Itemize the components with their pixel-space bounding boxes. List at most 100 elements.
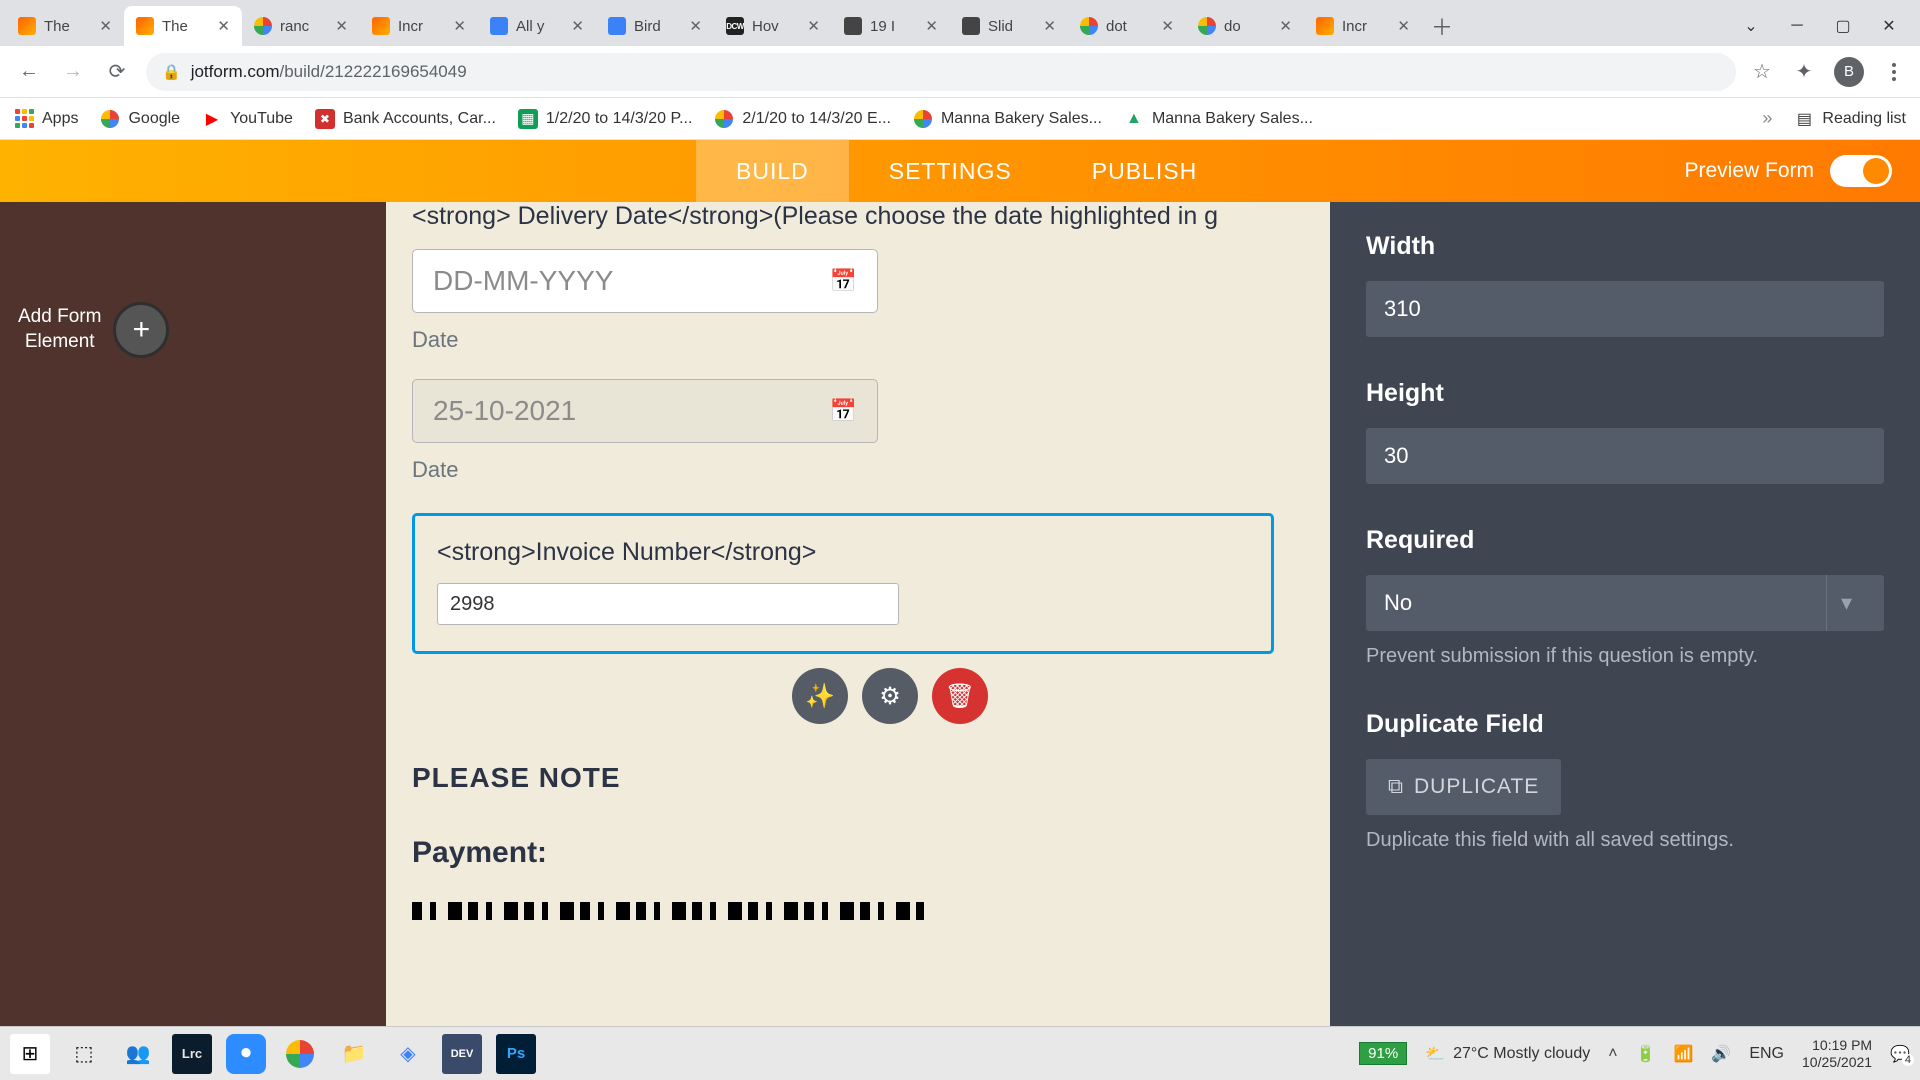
duplicate-button[interactable]: ⧉ DUPLICATE [1366, 759, 1561, 815]
maximize-button[interactable]: ▢ [1834, 17, 1852, 35]
duplicate-field-label: Duplicate Field [1366, 710, 1884, 739]
add-form-element-button[interactable]: Add FormElement + [18, 302, 169, 358]
menu-icon[interactable] [1882, 60, 1906, 84]
dev-icon[interactable]: DEV [442, 1034, 482, 1074]
star-icon[interactable]: ☆ [1750, 60, 1774, 84]
teams-icon[interactable]: 👥 [118, 1034, 158, 1074]
browser-tab[interactable]: The✕ [6, 6, 124, 46]
reading-list-button[interactable]: ▤Reading list [1794, 109, 1906, 129]
tab-title: All y [516, 18, 563, 35]
battery-icon[interactable]: 🔋 [1636, 1044, 1656, 1064]
extensions-icon[interactable]: ✦ [1792, 60, 1816, 84]
notifications-icon[interactable]: 💬4 [1890, 1044, 1910, 1064]
close-tab-icon[interactable]: ✕ [1279, 17, 1292, 35]
task-view-icon[interactable]: ⬚ [64, 1034, 104, 1074]
tab-title: ranc [280, 18, 327, 35]
close-window-button[interactable]: ✕ [1880, 17, 1898, 35]
tab-publish[interactable]: PUBLISH [1052, 140, 1237, 202]
invoice-number-field-selected[interactable]: <strong>Invoice Number</strong> 2998 [412, 513, 1274, 654]
browser-tab[interactable]: Slid✕ [950, 6, 1068, 46]
file-explorer-icon[interactable]: 📁 [334, 1034, 374, 1074]
close-tab-icon[interactable]: ✕ [807, 17, 820, 35]
app-icon-1[interactable]: ◈ [388, 1034, 428, 1074]
close-tab-icon[interactable]: ✕ [925, 17, 938, 35]
url-text: jotform.com/build/212222169654049 [191, 62, 467, 82]
delivery-date-input[interactable]: DD-MM-YYYY 📅 [412, 249, 878, 313]
close-tab-icon[interactable]: ✕ [571, 17, 584, 35]
start-button[interactable]: ⊞ [10, 1034, 50, 1074]
favicon [490, 17, 508, 35]
bookmark-apps[interactable]: Apps [14, 109, 78, 129]
close-tab-icon[interactable]: ✕ [217, 17, 230, 35]
bookmark-label: YouTube [230, 110, 293, 128]
chevron-down-icon[interactable]: ⌄ [1742, 17, 1760, 35]
required-label: Required [1366, 526, 1884, 555]
field-settings-button[interactable]: ⚙ [862, 668, 918, 724]
bookmark-youtube[interactable]: ▶YouTube [202, 109, 293, 129]
tab-build[interactable]: BUILD [696, 140, 849, 202]
bookmarks-overflow[interactable]: » [1762, 108, 1772, 129]
bookmark-bank[interactable]: ✖Bank Accounts, Car... [315, 109, 496, 129]
browser-tab[interactable]: Bird✕ [596, 6, 714, 46]
browser-tab[interactable]: do✕ [1186, 6, 1304, 46]
forward-button[interactable]: → [58, 57, 88, 87]
volume-icon[interactable]: 🔊 [1711, 1044, 1731, 1064]
wifi-icon[interactable]: 📶 [1673, 1044, 1693, 1064]
close-tab-icon[interactable]: ✕ [689, 17, 702, 35]
minimize-button[interactable]: ─ [1788, 17, 1806, 35]
calendar-icon[interactable]: 📅 [830, 268, 857, 294]
height-input[interactable]: 30 [1366, 428, 1884, 484]
required-select[interactable]: No ▾ [1366, 575, 1884, 631]
tray-chevron-icon[interactable]: ˄ [1608, 1045, 1617, 1063]
favicon [844, 17, 862, 35]
date-field[interactable]: 25-10-2021 📅 Date [412, 379, 1290, 483]
browser-tab[interactable]: Incr✕ [1304, 6, 1422, 46]
browser-tab[interactable]: dot✕ [1068, 6, 1186, 46]
browser-tab[interactable]: ranc ✕ [242, 6, 360, 46]
url-field[interactable]: 🔒 jotform.com/build/212222169654049 [146, 53, 1736, 91]
required-help-text: Prevent submission if this question is e… [1366, 645, 1884, 668]
chrome-icon[interactable] [280, 1034, 320, 1074]
close-tab-icon[interactable]: ✕ [1161, 17, 1174, 35]
weather-widget[interactable]: ⛅ 27°C Mostly cloudy [1425, 1044, 1590, 1064]
clock[interactable]: 10:19 PM 10/25/2021 [1802, 1037, 1872, 1071]
bookmark-sheet2[interactable]: 2/1/20 to 14/3/20 E... [714, 109, 891, 129]
browser-tab[interactable]: Incr✕ [360, 6, 478, 46]
bookmark-manna1[interactable]: Manna Bakery Sales... [913, 109, 1102, 129]
close-tab-icon[interactable]: ✕ [99, 17, 112, 35]
close-tab-icon[interactable]: ✕ [335, 17, 348, 35]
bookmark-sheet1[interactable]: ▦1/2/20 to 14/3/20 P... [518, 109, 693, 129]
profile-avatar[interactable]: B [1834, 57, 1864, 87]
tab-settings[interactable]: SETTINGS [849, 140, 1052, 202]
zoom-icon[interactable]: ⏺ [226, 1034, 266, 1074]
close-tab-icon[interactable]: ✕ [453, 17, 466, 35]
form-canvas[interactable]: <strong> Delivery Date</strong>(Please c… [386, 202, 1330, 1026]
date-sublabel: Date [412, 457, 1290, 483]
invoice-number-input[interactable]: 2998 [437, 583, 899, 625]
browser-tab[interactable]: DCWHov✕ [714, 6, 832, 46]
reload-button[interactable]: ⟳ [102, 57, 132, 87]
width-input[interactable]: 310 [1366, 281, 1884, 337]
bookmark-label: Manna Bakery Sales... [1152, 110, 1313, 128]
new-tab-button[interactable]: ＋ [1422, 6, 1462, 46]
battery-indicator[interactable]: 91% [1359, 1042, 1407, 1065]
close-tab-icon[interactable]: ✕ [1043, 17, 1056, 35]
photoshop-icon[interactable]: Ps [496, 1034, 536, 1074]
delivery-date-field[interactable]: <strong> Delivery Date</strong>(Please c… [412, 202, 1290, 353]
bookmark-manna2[interactable]: ▲Manna Bakery Sales... [1124, 109, 1313, 129]
lightroom-icon[interactable]: Lrc [172, 1034, 212, 1074]
language-indicator[interactable]: ENG [1749, 1045, 1784, 1063]
favicon [372, 17, 390, 35]
magic-wand-button[interactable]: ✨ [792, 668, 848, 724]
calendar-icon[interactable]: 📅 [830, 398, 857, 424]
close-tab-icon[interactable]: ✕ [1397, 17, 1410, 35]
bookmark-google[interactable]: Google [100, 109, 180, 129]
back-button[interactable]: ← [14, 57, 44, 87]
browser-tab[interactable]: The✕ [124, 6, 242, 46]
preview-toggle[interactable] [1830, 155, 1892, 187]
delete-field-button[interactable]: 🗑 [932, 668, 988, 724]
date-input-readonly[interactable]: 25-10-2021 📅 [412, 379, 878, 443]
jotform-app: BUILD SETTINGS PUBLISH Preview Form Add … [0, 140, 1920, 1026]
browser-tab[interactable]: All y ✕ [478, 6, 596, 46]
browser-tab[interactable]: 19 I✕ [832, 6, 950, 46]
